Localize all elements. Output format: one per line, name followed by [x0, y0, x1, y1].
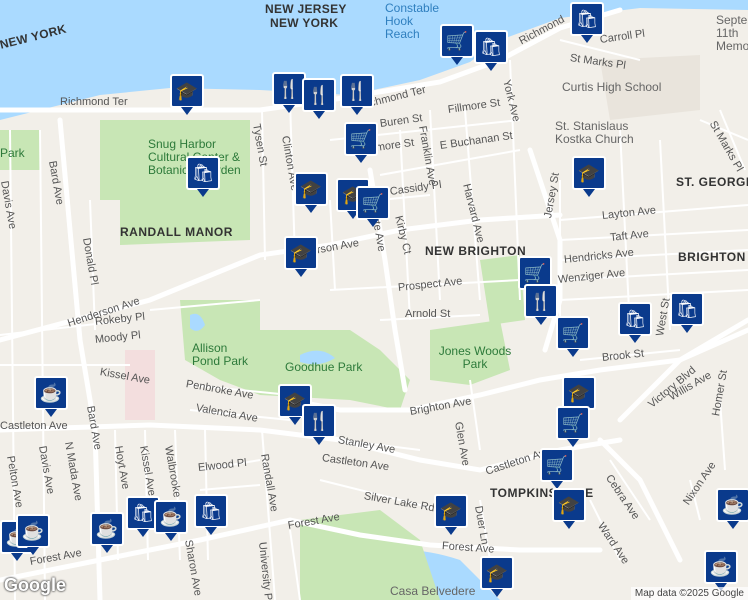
school-icon[interactable]: 🎓 — [294, 172, 328, 213]
label-brighton-heights: BRIGHTON HEIGHTS — [678, 250, 748, 264]
school-icon[interactable]: 🎓 — [170, 74, 204, 115]
street-richmond-ter-left: Richmond Ter — [60, 96, 128, 108]
shopping-bag-icon[interactable]: 🛍 — [570, 2, 604, 43]
shopping-cart-icon[interactable]: 🛒 — [440, 24, 474, 65]
cafe-icon[interactable]: ☕ — [90, 512, 124, 553]
label-constable-hook-reach: Constable Hook Reach — [385, 1, 440, 41]
label-curtis-high-school: Curtis High School — [562, 80, 662, 94]
cafe-icon[interactable]: ☕ — [16, 514, 50, 555]
shopping-cart-icon[interactable]: 🛒 — [344, 122, 378, 163]
restaurant-icon[interactable]: 🍴 — [340, 74, 374, 115]
school-icon[interactable]: 🎓 — [284, 236, 318, 277]
label-jones-woods-park: Jones Woods Park — [438, 344, 512, 371]
google-logo: Google — [4, 575, 66, 595]
shopping-cart-icon[interactable]: 🛒 — [556, 406, 590, 447]
school-icon[interactable]: 🎓 — [434, 494, 468, 535]
label-new-brighton: NEW BRIGHTON — [425, 244, 527, 258]
shopping-bag-icon[interactable]: 🛍 — [670, 292, 704, 333]
street-castleton-ave-left: Castleton Ave — [0, 420, 68, 432]
label-park-left: Park — [0, 146, 25, 160]
label-st-george: ST. GEORGE — [676, 175, 748, 189]
shopping-bag-icon[interactable]: 🛍 — [194, 494, 228, 535]
school-icon[interactable]: 🎓 — [562, 376, 596, 417]
label-new-york-top: NEW YORK — [270, 16, 339, 30]
map-canvas[interactable]: NEW JERSEY NEW YORK NEW YORK RANDALL MAN… — [0, 0, 748, 600]
restaurant-icon[interactable]: 🍴 — [302, 404, 336, 445]
label-allison-pond-park: Allison Pond Park — [192, 341, 249, 368]
school-icon[interactable]: 🎓 — [572, 156, 606, 197]
cafe-icon[interactable]: ☕ — [704, 550, 738, 591]
shopping-cart-icon[interactable]: 🛒 — [556, 316, 590, 357]
school-icon[interactable]: 🎓 — [552, 488, 586, 529]
restaurant-icon[interactable]: 🍴 — [524, 284, 558, 325]
label-casa-belvedere: Casa Belvedere — [390, 584, 476, 598]
cafe-icon[interactable]: ☕ — [716, 488, 748, 529]
label-goodhue-park: Goodhue Park — [285, 360, 363, 374]
school-icon[interactable]: 🎓 — [480, 556, 514, 597]
map-attribution[interactable]: Map data ©2025 Google — [630, 587, 748, 600]
label-september-11-memorial: September 11th Memorial — [716, 13, 748, 53]
label-randall-manor: RANDALL MANOR — [120, 225, 233, 239]
cafe-icon[interactable]: ☕ — [154, 500, 188, 541]
shopping-bag-icon[interactable]: 🛍 — [186, 156, 220, 197]
shopping-bag-icon[interactable]: 🛍 — [618, 302, 652, 343]
label-new-jersey-top: NEW JERSEY — [265, 2, 347, 16]
shopping-cart-icon[interactable]: 🛒 — [540, 448, 574, 489]
cafe-icon[interactable]: ☕ — [34, 376, 68, 417]
label-st-stanislaus-church: St. Stanislaus Kostka Church — [555, 119, 634, 146]
restaurant-icon[interactable]: 🍴 — [272, 72, 306, 113]
shopping-cart-icon[interactable]: 🛒 — [356, 186, 390, 227]
shopping-bag-icon[interactable]: 🛍 — [474, 30, 508, 71]
street-arnold-st: Arnold St — [405, 308, 451, 320]
restaurant-icon[interactable]: 🍴 — [302, 78, 336, 119]
